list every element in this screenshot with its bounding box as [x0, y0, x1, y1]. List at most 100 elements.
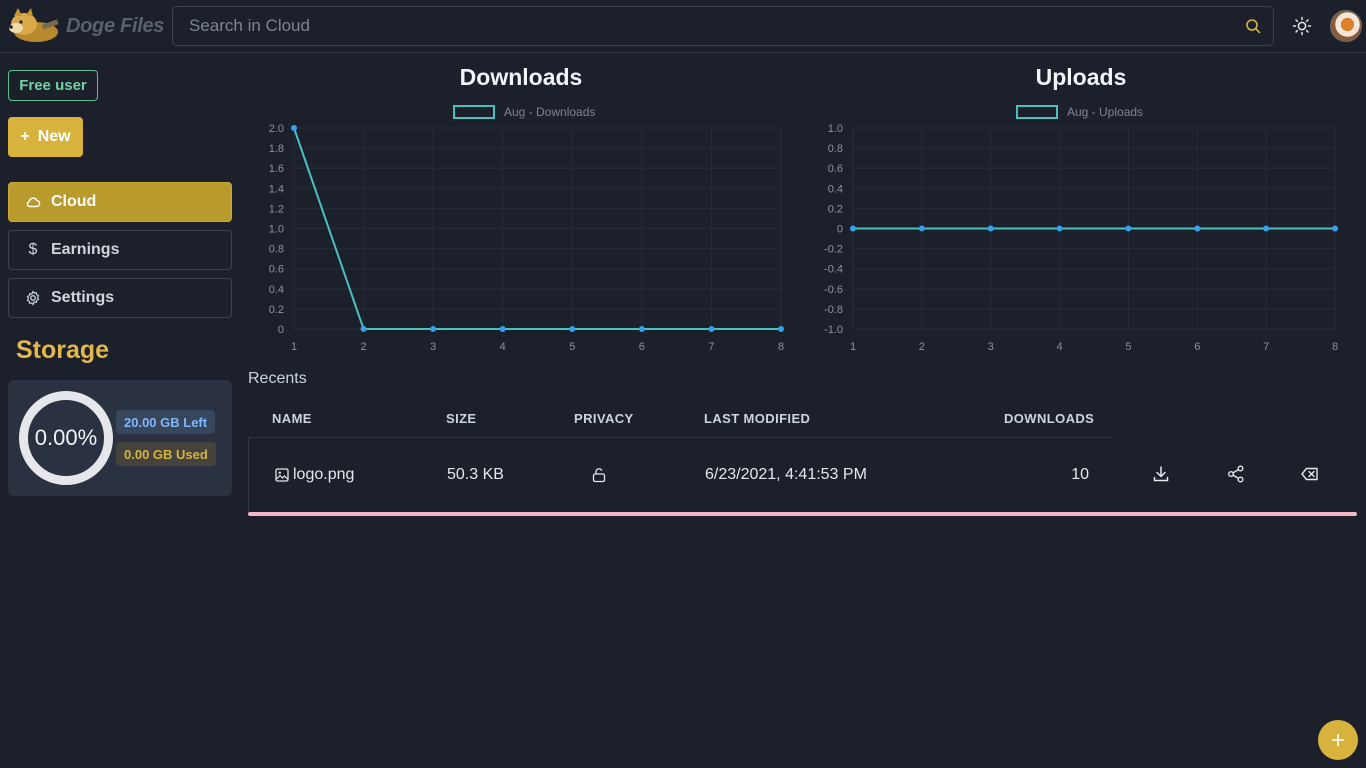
- sidebar-item-earnings[interactable]: $ Earnings: [8, 230, 232, 270]
- legend-label: Aug - Downloads: [504, 105, 595, 119]
- storage-used-badge: 0.00 GB Used: [116, 442, 216, 466]
- row-highlight-bar: [248, 512, 1357, 516]
- legend-swatch: [453, 105, 495, 119]
- new-button-label: New: [37, 128, 71, 145]
- data-point: [1056, 225, 1063, 232]
- y-tick-label: 1.8: [269, 143, 284, 155]
- x-tick-label: 5: [1125, 341, 1131, 353]
- y-tick-label: 0.2: [828, 203, 843, 215]
- dollar-icon: $: [28, 241, 38, 258]
- delete-icon[interactable]: [1300, 464, 1320, 484]
- storage-percent: 0.00%: [34, 425, 98, 450]
- x-tick-label: 2: [361, 341, 367, 353]
- y-tick-label: 0.8: [828, 143, 843, 155]
- add-fab-button[interactable]: [1318, 720, 1358, 760]
- y-tick-label: 0.4: [269, 284, 284, 296]
- x-tick-label: 7: [1263, 341, 1269, 353]
- downloads-chart-canvas: 2.0 1.8 1.6 1.4 1.2 1.0 0.8 0.6 0.4 0.2 01 2 3 4 5 6 7 8 A…: [269, 105, 784, 353]
- doge-logo-icon: [9, 8, 59, 42]
- x-tick-label: 3: [988, 341, 994, 353]
- recents-label: Recents: [248, 370, 307, 387]
- column-header-last-modified[interactable]: LAST MODIFIED: [704, 411, 810, 426]
- unlock-icon[interactable]: [591, 467, 607, 483]
- data-point: [987, 225, 994, 232]
- search-icon[interactable]: [1245, 18, 1261, 34]
- column-header-name[interactable]: NAME: [272, 411, 312, 426]
- x-tick-label: 7: [708, 341, 714, 353]
- y-tick-label: 2.0: [269, 123, 284, 135]
- y-tick-label: 0.6: [269, 264, 284, 276]
- legend-label: Aug - Uploads: [1067, 105, 1143, 119]
- storage-card: 0.00% 20.00 GB Left 0.00 GB Used: [8, 380, 232, 496]
- data-point: [1332, 225, 1338, 232]
- data-point: [1263, 225, 1270, 232]
- image-file-icon: [275, 468, 289, 482]
- share-icon[interactable]: [1226, 464, 1246, 484]
- legend-swatch: [1016, 105, 1058, 119]
- y-tick-label: -0.4: [824, 264, 843, 276]
- last-modified: 6/23/2021, 4:41:53 PM: [705, 466, 867, 483]
- x-tick-label: 1: [291, 341, 297, 353]
- uploads-chart-canvas: 1.0 0.8 0.6 0.4 0.2 0 -0.2 -0.4 -0.6 -0.8 -1.0 1 2 3 4…: [824, 105, 1338, 353]
- y-tick-label: 0.6: [828, 163, 843, 175]
- x-tick-label: 6: [1194, 341, 1200, 353]
- search-bar: [172, 6, 1274, 46]
- data-point: [430, 326, 437, 332]
- y-tick-label: -0.6: [824, 284, 843, 296]
- download-icon[interactable]: [1151, 464, 1171, 484]
- y-tick-label: 1.2: [269, 203, 284, 215]
- plan-badge: Free user: [8, 70, 98, 101]
- file-name[interactable]: logo.png: [293, 466, 354, 484]
- data-point: [499, 326, 506, 332]
- y-tick-label: 0.2: [269, 304, 284, 316]
- new-button[interactable]: + New: [8, 117, 83, 157]
- x-tick-label: 4: [500, 341, 506, 353]
- y-tick-label: -0.2: [824, 244, 843, 256]
- y-tick-label: 0: [278, 324, 284, 336]
- data-point: [1125, 225, 1132, 232]
- storage-title: Storage: [16, 336, 110, 364]
- sidebar-item-label: Earnings: [51, 241, 120, 258]
- x-tick-label: 8: [1332, 341, 1338, 353]
- x-tick-label: 6: [639, 341, 645, 353]
- search-input[interactable]: [173, 7, 1273, 45]
- sidebar-item-label: Settings: [51, 289, 115, 306]
- user-avatar[interactable]: [1330, 10, 1362, 42]
- y-tick-label: -0.8: [824, 304, 843, 316]
- app-name: Doge Files: [66, 14, 165, 37]
- y-tick-label: 0.8: [269, 244, 284, 256]
- uploads-chart: Uploads 1.0 0.8 0.6 0.4 0.2 0 -0.2 -0.4 -0.6 -0.8…: [806, 60, 1356, 360]
- download-count: 10: [1071, 466, 1089, 483]
- data-point: [850, 225, 856, 232]
- plus-icon: [1331, 733, 1345, 747]
- y-tick-label: 0.4: [828, 183, 843, 195]
- downloads-chart: Downloads 2.0 1.8 1.6 1.4 1.2 1.0 0.8 0.6 0.4 0.2…: [248, 60, 794, 360]
- y-tick-label: 1.6: [269, 163, 284, 175]
- table-row[interactable]: logo.png 50.3 KB 6/23/2021, 4:41:53 PM 1…: [248, 438, 1358, 512]
- data-point: [638, 326, 645, 332]
- gear-icon: [26, 290, 40, 306]
- file-size: 50.3 KB: [447, 466, 504, 483]
- cloud-icon: [26, 197, 41, 208]
- top-bar: Doge Files: [0, 0, 1366, 53]
- x-tick-label: 3: [430, 341, 436, 353]
- storage-left-badge: 20.00 GB Left: [116, 410, 216, 434]
- sidebar-item-label: Cloud: [51, 193, 97, 210]
- column-header-privacy[interactable]: PRIVACY: [574, 411, 634, 426]
- y-tick-label: 1.4: [269, 183, 284, 195]
- data-point: [778, 326, 784, 332]
- y-tick-label: 1.0: [269, 224, 284, 236]
- sidebar-item-cloud[interactable]: Cloud: [8, 182, 232, 222]
- data-point: [291, 125, 297, 131]
- x-tick-label: 5: [569, 341, 575, 353]
- sidebar-item-settings[interactable]: Settings: [8, 278, 232, 318]
- sun-icon[interactable]: [1292, 16, 1312, 36]
- column-header-size[interactable]: SIZE: [446, 411, 477, 426]
- data-point: [1194, 225, 1201, 232]
- data-point: [569, 326, 576, 332]
- x-tick-label: 4: [1057, 341, 1063, 353]
- y-tick-label: -1.0: [824, 324, 843, 336]
- data-point: [360, 326, 367, 332]
- column-header-downloads[interactable]: DOWNLOADS: [1004, 411, 1094, 426]
- app-logo[interactable]: Doge Files: [6, 8, 164, 44]
